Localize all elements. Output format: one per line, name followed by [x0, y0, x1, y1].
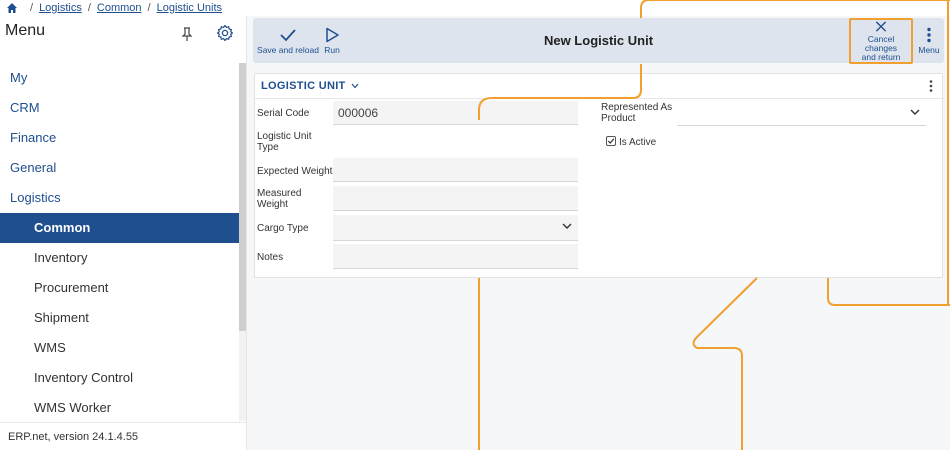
sidebar-item-wms-worker[interactable]: WMS Worker: [0, 393, 239, 423]
section-title: LOGISTIC UNIT: [261, 80, 346, 92]
chevron-down-icon: [910, 109, 920, 115]
chevron-down-icon: [351, 83, 359, 89]
breadcrumb: / Logistics / Common / Logistic Units: [0, 0, 950, 16]
sidebar-item-inventory[interactable]: Inventory: [0, 243, 239, 273]
sidebar-item-my[interactable]: My: [0, 63, 239, 93]
represented-as-product-select[interactable]: [677, 101, 926, 126]
breadcrumb-logistics[interactable]: Logistics: [39, 2, 82, 14]
logistic-unit-type-label: Logistic Unit Type: [257, 131, 311, 153]
pin-icon[interactable]: [180, 26, 194, 42]
measured-weight-label-line1: Measured: [257, 188, 302, 199]
save-and-reload-button[interactable]: Save and reload: [257, 18, 319, 63]
home-icon[interactable]: [6, 2, 18, 14]
serial-code-value: 000006: [338, 105, 379, 120]
sidebar-item-common[interactable]: Common: [0, 213, 239, 243]
cargo-type-select[interactable]: [333, 215, 578, 241]
cargo-type-label: Cargo Type: [257, 223, 309, 234]
cancel-label-line1: Cancel changes: [864, 34, 898, 53]
menu-list: My CRM Finance General Logistics Common …: [0, 63, 239, 423]
more-vertical-icon: [927, 27, 931, 42]
checkmark-icon: [280, 28, 296, 41]
breadcrumb-separator: /: [87, 2, 91, 14]
serial-code-label: Serial Code: [257, 108, 310, 119]
sidebar-item-inventory-control[interactable]: Inventory Control: [0, 363, 239, 393]
sidebar-item-finance[interactable]: Finance: [0, 123, 239, 153]
close-icon: [875, 21, 887, 32]
notes-label: Notes: [257, 252, 284, 263]
logistic-unit-section: LOGISTIC UNIT Serial Code 000006 Logisti…: [254, 73, 944, 278]
expected-weight-field[interactable]: [333, 158, 578, 182]
save-and-reload-label: Save and reload: [257, 44, 319, 55]
section-header[interactable]: LOGISTIC UNIT: [261, 80, 359, 92]
represented-label-line1: Represented As: [601, 102, 673, 113]
sidebar-item-general[interactable]: General: [0, 153, 239, 183]
is-active-label: Is Active: [619, 137, 657, 148]
sidebar-scrollbar[interactable]: [239, 63, 246, 421]
breadcrumb-separator: /: [30, 2, 34, 14]
notes-field[interactable]: [333, 244, 578, 269]
run-label: Run: [324, 44, 340, 55]
represented-as-product-label: Represented As Product: [601, 102, 672, 124]
sidebar: Menu My CRM Finance General Logistics Co…: [0, 16, 247, 450]
represented-label-line2: Product: [601, 113, 636, 124]
version-label: ERP.net, version 24.1.4.55: [0, 422, 246, 450]
sidebar-item-procurement[interactable]: Procurement: [0, 273, 239, 303]
toolbar: Save and reload Run New Logistic Unit Ca…: [253, 18, 944, 64]
section-divider: [255, 98, 944, 99]
measured-weight-label: Measured Weight: [257, 188, 301, 210]
sidebar-item-wms[interactable]: WMS: [0, 333, 239, 363]
serial-code-field[interactable]: 000006: [333, 101, 578, 125]
section-more-icon[interactable]: [926, 79, 936, 93]
cancel-label-line2: and return: [861, 52, 901, 62]
menu-title: Menu: [5, 22, 46, 39]
logistic-unit-type-label-line2: Type: [257, 142, 279, 153]
sidebar-item-crm[interactable]: CRM: [0, 93, 239, 123]
page-title: New Logistic Unit: [543, 33, 654, 48]
checkmark-icon: [607, 138, 615, 144]
logistic-unit-type-label-line1: Logistic Unit: [257, 131, 312, 142]
is-active-checkbox[interactable]: [606, 136, 616, 146]
breadcrumb-separator: /: [147, 2, 151, 14]
gear-icon[interactable]: [216, 24, 234, 42]
measured-weight-field[interactable]: [333, 186, 578, 211]
play-icon: [326, 27, 339, 42]
breadcrumb-common[interactable]: Common: [97, 2, 142, 14]
menu-label: Menu: [918, 44, 940, 55]
expected-weight-label: Expected Weight: [257, 166, 333, 177]
scroll-thumb[interactable]: [239, 63, 246, 331]
cancel-changes-button[interactable]: Cancel changes and return: [849, 18, 913, 64]
sidebar-item-logistics[interactable]: Logistics: [0, 183, 239, 213]
chevron-down-icon: [562, 223, 572, 229]
menu-button[interactable]: Menu: [917, 18, 941, 63]
run-button[interactable]: Run: [321, 18, 343, 63]
measured-weight-label-line2: Weight: [257, 199, 288, 210]
breadcrumb-logistic-units[interactable]: Logistic Units: [157, 2, 222, 14]
sidebar-item-shipment[interactable]: Shipment: [0, 303, 239, 333]
